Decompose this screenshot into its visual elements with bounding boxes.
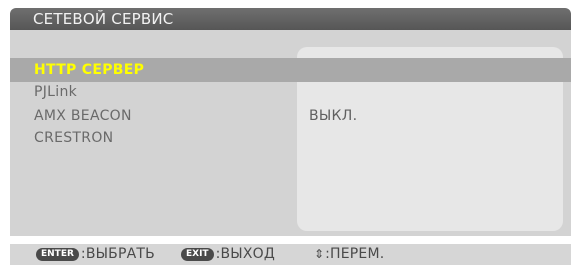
up-down-arrow-icon: ⇕ bbox=[314, 247, 325, 261]
menu-title: СЕТЕВОЙ СЕРВИС bbox=[33, 10, 174, 28]
exit-action-label: :ВЫХОД bbox=[215, 246, 275, 262]
menu-item-http-server[interactable]: HTTP СЕРВЕР bbox=[34, 61, 144, 79]
move-hint: ⇕ :ПЕРЕМ. bbox=[314, 246, 384, 263]
menu-item-amx-beacon[interactable]: AMX BEACON bbox=[34, 107, 132, 125]
enter-key-badge: ENTER bbox=[36, 248, 79, 261]
osd-menu: СЕТЕВОЙ СЕРВИС HTTP СЕРВЕР PJLink AMX BE… bbox=[0, 0, 581, 265]
menu-panel: HTTP СЕРВЕР PJLink AMX BEACON CRESTRON В… bbox=[10, 30, 571, 236]
menu-item-crestron[interactable]: CRESTRON bbox=[34, 129, 113, 147]
enter-hint: ENTER :ВЫБРАТЬ bbox=[36, 246, 155, 263]
status-bar: ENTER :ВЫБРАТЬ EXIT :ВЫХОД ⇕ :ПЕРЕМ. bbox=[10, 244, 571, 265]
menu-item-pjlink[interactable]: PJLink bbox=[34, 83, 77, 101]
exit-key-badge: EXIT bbox=[181, 248, 214, 261]
move-action-label: :ПЕРЕМ. bbox=[325, 246, 385, 262]
title-bar: СЕТЕВОЙ СЕРВИС bbox=[10, 8, 571, 30]
amx-beacon-value: ВЫКЛ. bbox=[309, 108, 358, 124]
enter-action-label: :ВЫБРАТЬ bbox=[80, 246, 155, 262]
exit-hint: EXIT :ВЫХОД bbox=[181, 246, 275, 263]
